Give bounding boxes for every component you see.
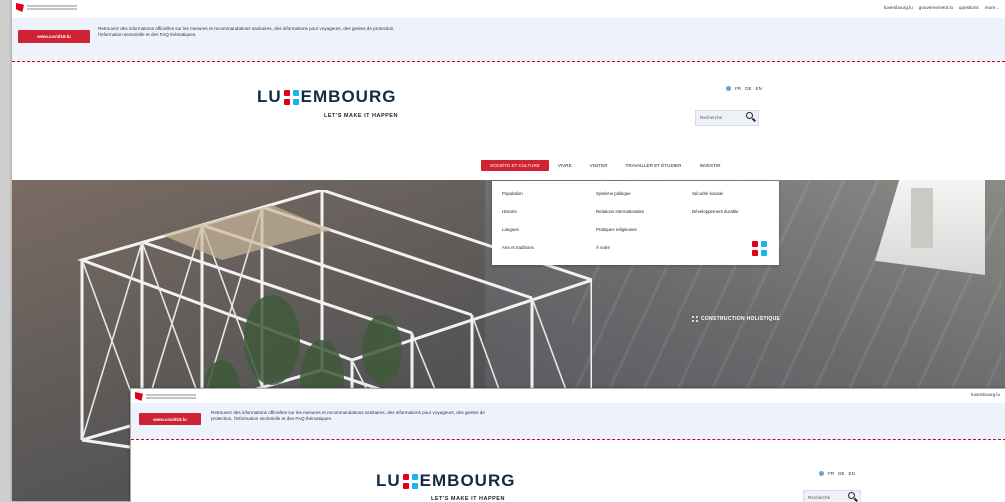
tagline: LET'S MAKE IT HAPPEN [324,113,398,119]
menu-item[interactable]: Langues [502,227,534,232]
covid-button[interactable]: www.covid19.lu [139,413,201,425]
nav-item-society-culture[interactable]: SOCIÉTÉ ET CULTURE [481,160,549,171]
menu-item[interactable]: Population [502,191,534,196]
nav-item-invest[interactable]: INVESTIR [690,160,729,171]
nav-item-live[interactable]: VIVRE [549,160,581,171]
menu-item[interactable]: Histoire [502,209,534,214]
top-link[interactable]: luxembourg.lu [971,392,1000,397]
luxembourg-x-icon [283,89,299,105]
hero-caption[interactable]: CONSTRUCTION HOLISTIQUE [692,316,780,322]
top-link[interactable]: gouvernement.lu [919,5,953,10]
language-switcher: FR DE EN [726,86,762,91]
luxembourg-logo[interactable]: LU EMBOURG [376,471,515,491]
menu-item[interactable]: Développement durable [692,209,739,214]
menu-item[interactable]: Relations internationales [596,209,644,214]
globe-icon [726,86,731,91]
menu-column: Système politique Relations internationa… [596,191,644,250]
menu-item[interactable]: À votre [596,245,644,250]
menu-column: Population Histoire Langues Arts et trad… [502,191,534,250]
search-icon[interactable] [746,112,756,122]
search-icon[interactable] [848,492,858,502]
top-link[interactable]: more... [985,5,999,10]
government-crest-icon [135,392,143,401]
luxembourg-x-icon [402,473,418,489]
nav-item-visit[interactable]: VISITER [581,160,617,171]
top-link[interactable]: luxembourg.lu [884,5,913,10]
search-box[interactable]: Recherche [695,110,759,126]
globe-icon [819,471,824,476]
covid-button[interactable]: www.covid19.lu [18,30,90,43]
lang-option[interactable]: DE [838,471,844,476]
menu-column: Sécurité sociale Développement durable [692,191,739,214]
luxembourg-x-icon [752,241,767,256]
menu-item[interactable]: Système politique [596,191,644,196]
mega-menu-dropdown: Population Histoire Langues Arts et trad… [492,181,779,265]
top-link[interactable]: questions [959,5,979,10]
alert-text: Retrouvez des informations officielles s… [98,26,395,37]
covid-alert-banner: www.covid19.lu Retrouvez des information… [12,18,1005,62]
top-bar: luxembourg.lu gouvernement.lu questions … [12,0,1005,19]
menu-item[interactable]: Pratiques religieuses [596,227,644,232]
lang-option[interactable]: FR [828,471,834,476]
language-switcher: FR DE EN [819,471,855,476]
government-logo[interactable] [16,3,77,12]
browser-page-duplicate: luxembourg.lu www.covid19.lu Retrouvez d… [130,388,1005,502]
government-logo[interactable] [135,392,196,401]
lang-option[interactable]: FR [735,86,741,91]
lang-option[interactable]: DE [745,86,751,91]
lang-option[interactable]: EN [849,471,855,476]
search-placeholder: Recherche [700,115,723,120]
top-links: luxembourg.lu gouvernement.lu questions … [884,5,999,10]
government-crest-icon [16,3,24,12]
alert-text: Retrouvez des informations officielles s… [211,410,485,421]
luxembourg-logo[interactable]: LU EMBOURG [257,87,396,107]
tagline: LET'S MAKE IT HAPPEN [431,496,505,502]
lang-option[interactable]: EN [756,86,762,91]
nav-item-work-study[interactable]: TRAVAILLER ET ÉTUDIER [617,160,691,171]
main-nav: SOCIÉTÉ ET CULTURE VIVRE VISITER TRAVAIL… [481,160,730,171]
menu-item[interactable]: Sécurité sociale [692,191,739,196]
search-placeholder: Recherche [808,495,831,500]
menu-item[interactable]: Arts et traditions [502,245,534,250]
covid-alert-banner: www.covid19.lu Retrouvez des information… [131,403,1005,440]
search-box[interactable]: Recherche [803,490,861,502]
top-bar: luxembourg.lu [131,389,1005,404]
luxembourg-x-icon [692,316,698,322]
